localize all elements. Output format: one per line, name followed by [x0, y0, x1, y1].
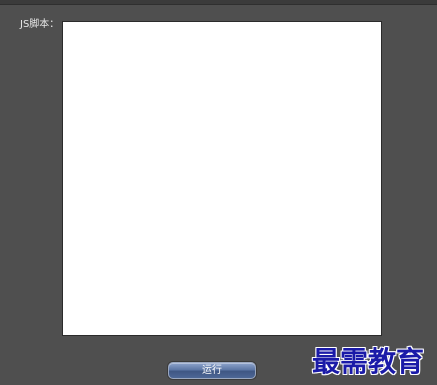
script-panel: JS脚本： 运行 最需教育 — [0, 5, 437, 385]
script-label: JS脚本： — [20, 19, 60, 30]
run-button[interactable]: 运行 — [168, 362, 256, 379]
script-editor[interactable] — [62, 21, 382, 336]
watermark-logo: 最需教育 — [312, 345, 425, 378]
